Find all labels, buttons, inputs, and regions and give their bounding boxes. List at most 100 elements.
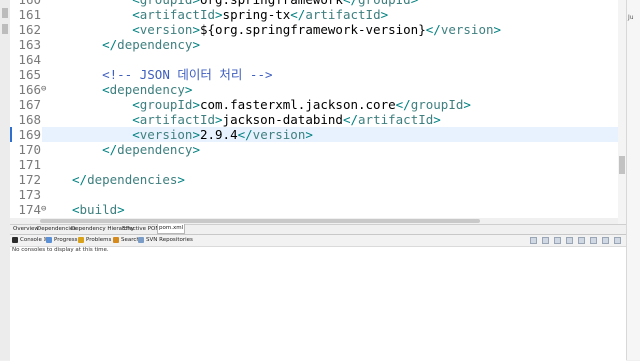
line-gutter[interactable]: 162 bbox=[10, 22, 42, 37]
console-tab-label: SVN Repositories bbox=[146, 237, 193, 243]
console-tab-search[interactable]: Search bbox=[113, 236, 140, 245]
minimize-icon[interactable] bbox=[602, 237, 609, 244]
console-tab-svn-repositories[interactable]: SVN Repositories bbox=[138, 236, 193, 245]
editor-vertical-scrollbar[interactable] bbox=[618, 0, 626, 224]
xml-text bbox=[72, 142, 102, 157]
xml-bracket: > bbox=[411, 0, 419, 7]
line-gutter[interactable]: 169 bbox=[10, 127, 42, 142]
maximize-icon[interactable] bbox=[614, 237, 621, 244]
xml-bracket: </ bbox=[425, 22, 441, 37]
line-gutter[interactable]: 168 bbox=[10, 112, 42, 127]
xml-bracket: > bbox=[215, 112, 223, 127]
xml-bracket: </ bbox=[102, 37, 118, 52]
code-text[interactable]: <!-- JSON 데이터 처리 --> bbox=[72, 67, 272, 82]
line-gutter[interactable]: 172 bbox=[10, 172, 42, 187]
console-tab-label: Problems bbox=[86, 237, 112, 243]
xml-editor[interactable]: 160 <groupId>org.springframework</groupI… bbox=[10, 0, 618, 218]
line-gutter[interactable]: 171 bbox=[10, 157, 42, 172]
code-line[interactable]: 165 <!-- JSON 데이터 처리 --> bbox=[10, 67, 618, 82]
code-line[interactable]: 166 ⊖ <dependency> bbox=[10, 82, 618, 97]
xml-tag-name: artifactId bbox=[305, 7, 381, 22]
code-text[interactable]: <version>${org.springframework-version}<… bbox=[72, 22, 501, 37]
line-gutter[interactable]: 165 bbox=[10, 67, 42, 82]
pom-tab-pom-xml[interactable]: pom.xml bbox=[157, 224, 186, 234]
xml-text: 2.9.4 bbox=[199, 127, 238, 142]
code-text[interactable]: </dependencies> bbox=[72, 172, 185, 187]
line-gutter[interactable]: 166 bbox=[10, 82, 42, 97]
xml-text: jackson-databind bbox=[222, 112, 343, 127]
left-trim-marker[interactable] bbox=[2, 8, 8, 18]
code-line[interactable]: 173 bbox=[10, 187, 618, 202]
scroll-lock-icon[interactable] bbox=[566, 237, 573, 244]
line-number: 173 bbox=[18, 187, 41, 202]
console-tab-console[interactable]: Console ☒ bbox=[12, 236, 49, 245]
console-tab-label: Progress bbox=[54, 237, 78, 243]
xml-bracket: > bbox=[192, 37, 200, 52]
code-text[interactable]: <artifactId>jackson-databind</artifactId… bbox=[72, 112, 441, 127]
new-console-icon[interactable] bbox=[590, 237, 597, 244]
xml-bracket: </ bbox=[343, 0, 358, 7]
line-number: 170 bbox=[18, 142, 41, 157]
xml-bracket: > bbox=[192, 127, 200, 142]
code-line[interactable]: 163 </dependency> bbox=[10, 37, 618, 52]
code-text[interactable]: <build> bbox=[72, 202, 125, 217]
display-selected-console-icon[interactable] bbox=[542, 237, 549, 244]
code-line[interactable]: 170 </dependency> bbox=[10, 142, 618, 157]
code-line[interactable]: 168 <artifactId>jackson-databind</artifa… bbox=[10, 112, 618, 127]
right-panel-label[interactable]: Ju bbox=[628, 14, 634, 21]
xml-text bbox=[72, 0, 132, 7]
code-line[interactable]: 160 <groupId>org.springframework</groupI… bbox=[10, 0, 618, 7]
line-gutter[interactable]: 173 bbox=[10, 187, 42, 202]
xml-bracket: </ bbox=[237, 127, 253, 142]
code-line[interactable]: 174 ⊖ <build> bbox=[10, 202, 618, 217]
console-icon bbox=[12, 236, 18, 243]
code-line[interactable]: 162 <version>${org.springframework-versi… bbox=[10, 22, 618, 37]
xml-text bbox=[72, 97, 132, 112]
xml-bracket: > bbox=[305, 127, 313, 142]
pin-console-icon[interactable] bbox=[530, 237, 537, 244]
xml-tag-name: artifactId bbox=[358, 112, 434, 127]
code-text[interactable]: <dependency> bbox=[72, 82, 192, 97]
code-line[interactable]: 161 <artifactId>spring-tx</artifactId> bbox=[10, 7, 618, 22]
xml-bracket: < bbox=[132, 0, 140, 7]
code-line[interactable]: 167 <groupId>com.fasterxml.jackson.core<… bbox=[10, 97, 618, 112]
xml-bracket: < bbox=[132, 7, 140, 22]
line-gutter[interactable]: 161 bbox=[10, 7, 42, 22]
code-text[interactable]: </dependency> bbox=[72, 37, 200, 52]
xml-bracket: < bbox=[72, 202, 80, 217]
fold-toggle-icon[interactable]: ⊖ bbox=[41, 202, 46, 217]
horizontal-scroll-thumb[interactable] bbox=[40, 219, 480, 223]
line-number: 162 bbox=[18, 22, 41, 37]
code-text[interactable]: <groupId>com.fasterxml.jackson.core</gro… bbox=[72, 97, 471, 112]
pom-tab-effective-pom[interactable]: Effective POM bbox=[121, 225, 161, 234]
xml-bracket: > bbox=[192, 142, 200, 157]
xml-text bbox=[72, 112, 132, 127]
code-line[interactable]: 164 bbox=[10, 52, 618, 67]
line-number: 167 bbox=[18, 97, 41, 112]
line-gutter[interactable]: 167 bbox=[10, 97, 42, 112]
xml-tag-name: groupId bbox=[410, 97, 464, 112]
xml-text bbox=[72, 7, 132, 22]
console-tab-problems[interactable]: Problems bbox=[78, 236, 111, 245]
code-line[interactable]: 172 </dependencies> bbox=[10, 172, 618, 187]
line-gutter[interactable]: 160 bbox=[10, 0, 42, 7]
xml-tag-name: version bbox=[139, 127, 193, 142]
code-line[interactable]: 169 <version>2.9.4</version> bbox=[10, 127, 618, 142]
code-text[interactable]: <groupId>org.springframework</groupId> bbox=[72, 0, 418, 7]
line-gutter[interactable]: 170 bbox=[10, 142, 42, 157]
code-text[interactable]: <artifactId>spring-tx</artifactId> bbox=[72, 7, 388, 22]
console-tab-progress[interactable]: Progress bbox=[46, 236, 77, 245]
vertical-scroll-thumb[interactable] bbox=[619, 156, 625, 174]
line-gutter[interactable]: 163 bbox=[10, 37, 42, 52]
right-trim-panel: Ju bbox=[626, 0, 640, 360]
line-gutter[interactable]: 164 bbox=[10, 52, 42, 67]
code-text[interactable]: <version>2.9.4</version> bbox=[72, 127, 313, 142]
left-trim-marker[interactable] bbox=[2, 24, 8, 34]
open-console-icon[interactable] bbox=[554, 237, 561, 244]
code-text[interactable]: </dependency> bbox=[72, 142, 200, 157]
word-wrap-icon[interactable] bbox=[578, 237, 585, 244]
fold-toggle-icon[interactable]: ⊖ bbox=[41, 82, 46, 97]
code-line[interactable]: 171 bbox=[10, 157, 618, 172]
line-gutter[interactable]: 174 bbox=[10, 202, 42, 217]
line-number: 166 bbox=[18, 82, 41, 97]
